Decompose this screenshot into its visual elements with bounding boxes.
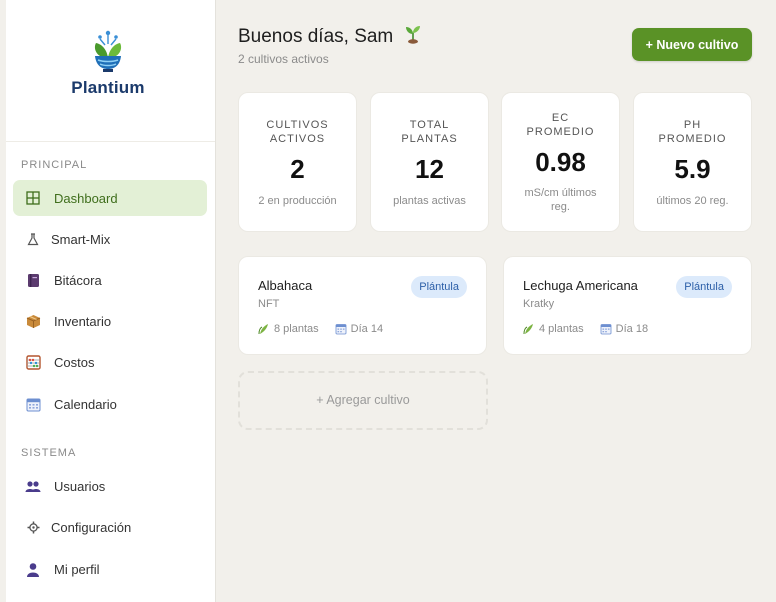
section-label-sistema: SISTEMA xyxy=(21,447,77,459)
new-crop-button[interactable]: + Nuevo cultivo xyxy=(632,28,752,61)
section-label-principal: PRINCIPAL xyxy=(21,159,88,171)
sidebar-item-label: Inventario xyxy=(54,313,112,329)
divider xyxy=(6,141,215,142)
crop-method: NFT xyxy=(258,298,280,310)
sidebar-item-dashboard[interactable]: Dashboard xyxy=(13,180,207,216)
crop-day: Día 14 xyxy=(350,323,384,335)
crop-method: Kratky xyxy=(523,298,555,310)
calendar-icon xyxy=(600,323,612,335)
stage-badge: Plántula xyxy=(676,276,732,298)
sidebar-item-configuracion[interactable]: Configuración xyxy=(13,509,207,545)
brand-name: Plantium xyxy=(71,78,145,97)
stat-sub: últimos 20 reg. xyxy=(656,195,729,207)
stat-label: CULTIVOS ACTIVOS xyxy=(266,119,329,145)
sidebar-item-calendario[interactable]: Calendario xyxy=(13,386,207,422)
sidebar-item-label: Bitácora xyxy=(54,272,102,288)
sidebar-item-label: Calendario xyxy=(54,396,117,412)
sidebar-item-smart-mix[interactable]: Smart-Mix xyxy=(13,221,207,257)
active-crops-subtitle: 2 cultivos activos xyxy=(238,52,329,66)
plant-count: 4 plantas xyxy=(539,323,584,335)
stat-sub: mS/cm últimos reg. xyxy=(524,187,597,213)
stat-card-active-crops: CULTIVOS ACTIVOS 2 2 en producción xyxy=(238,92,357,232)
grid-icon xyxy=(25,190,41,206)
crop-card-albahaca[interactable]: Albahaca NFT Plántula 8 plantas Día 14 xyxy=(238,256,487,355)
sidebar-item-label: Dashboard xyxy=(54,190,118,206)
stat-value: 0.98 xyxy=(535,147,586,177)
stat-sub: plantas activas xyxy=(393,195,466,207)
stat-label: TOTAL PLANTAS xyxy=(401,119,458,145)
crop-meta: 8 plantas Día 14 xyxy=(258,323,383,335)
stat-value: 12 xyxy=(415,154,444,184)
add-crop-button[interactable]: + Agregar cultivo xyxy=(238,371,488,430)
crop-day: Día 18 xyxy=(615,323,649,335)
calendar-icon xyxy=(25,396,41,412)
sidebar-item-mi-perfil[interactable]: Mi perfil xyxy=(13,551,207,587)
book-icon xyxy=(25,272,41,288)
crop-name: Albahaca xyxy=(258,278,313,293)
sidebar-item-usuarios[interactable]: Usuarios xyxy=(13,468,207,504)
crop-card-lechuga-americana[interactable]: Lechuga Americana Kratky Plántula 4 plan… xyxy=(503,256,752,355)
page-title: Buenos días, Sam xyxy=(238,24,423,50)
stat-value: 5.9 xyxy=(674,154,711,184)
sidebar-item-label: Costos xyxy=(54,354,95,370)
herb-icon xyxy=(523,323,535,335)
flask-icon xyxy=(25,231,41,247)
greeting-text: Buenos días, Sam xyxy=(238,26,394,47)
sidebar-item-inventario[interactable]: Inventario xyxy=(13,303,207,339)
abacus-icon xyxy=(25,354,41,370)
stat-sub: 2 en producción xyxy=(258,195,337,207)
gear-icon xyxy=(25,519,41,535)
users-icon xyxy=(25,478,41,494)
sidebar-item-label: Usuarios xyxy=(54,478,106,494)
herb-icon xyxy=(258,323,270,335)
stat-value: 2 xyxy=(290,154,305,184)
box-icon xyxy=(25,313,41,329)
stat-card-total-plants: TOTAL PLANTAS 12 plantas activas xyxy=(370,92,489,232)
calendar-icon xyxy=(335,323,347,335)
user-icon xyxy=(25,561,41,577)
sidebar: Plantium PRINCIPAL Dashboard Smart-Mix B… xyxy=(0,0,216,602)
seedling-icon xyxy=(403,24,423,50)
stat-label: EC PROMEDIO xyxy=(526,112,595,138)
main-content: Buenos días, Sam 2 cultivos activos + Nu… xyxy=(216,0,776,602)
stat-label: PH PROMEDIO xyxy=(658,119,727,145)
sidebar-item-costos[interactable]: Costos xyxy=(13,344,207,380)
crop-name: Lechuga Americana xyxy=(523,278,638,293)
brand-logo[interactable]: Plantium xyxy=(0,28,216,108)
sidebar-item-bitacora[interactable]: Bitácora xyxy=(13,262,207,298)
plant-logo-icon xyxy=(94,30,122,72)
stat-card-ec-average: EC PROMEDIO 0.98 mS/cm últimos reg. xyxy=(501,92,620,232)
sidebar-item-label: Configuración xyxy=(51,519,132,535)
sidebar-item-label: Mi perfil xyxy=(54,561,100,577)
sidebar-item-label: Smart-Mix xyxy=(51,231,111,247)
plant-count: 8 plantas xyxy=(274,323,319,335)
stage-badge: Plántula xyxy=(411,276,467,298)
stat-card-ph-average: PH PROMEDIO 5.9 últimos 20 reg. xyxy=(633,92,752,232)
crop-meta: 4 plantas Día 18 xyxy=(523,323,648,335)
